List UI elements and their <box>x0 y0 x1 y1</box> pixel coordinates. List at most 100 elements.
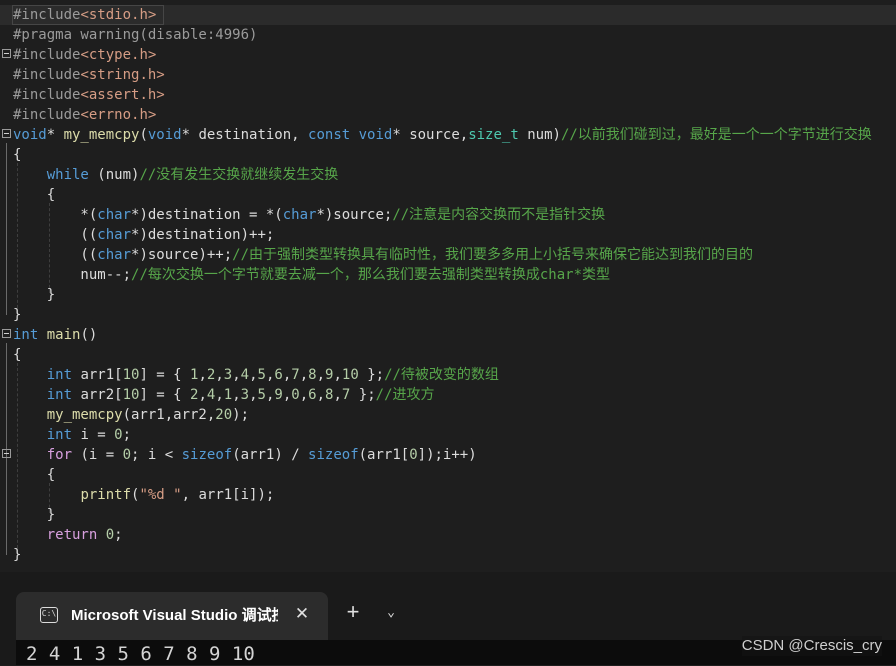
code-line[interactable]: printf("%d ", arr1[i]); <box>0 485 896 505</box>
code-line[interactable]: while (num)//没有发生交换就继续发生交换 <box>0 165 896 185</box>
code-line[interactable]: } <box>0 545 896 565</box>
code-text: while (num)//没有发生交换就继续发生交换 <box>13 165 339 185</box>
code-text: { <box>13 185 55 205</box>
close-icon[interactable]: ✕ <box>291 603 313 625</box>
code-token: char <box>97 207 132 223</box>
code-text: #include<assert.h> <box>13 85 165 105</box>
code-line[interactable]: { <box>0 145 896 165</box>
program-output: 2 4 1 3 5 6 7 8 9 10 <box>26 643 255 665</box>
code-token: ] = { <box>139 387 191 403</box>
code-token: , <box>316 387 326 403</box>
code-token: int <box>46 387 73 403</box>
code-line[interactable]: #include<errno.h> <box>0 105 896 125</box>
code-line[interactable]: { <box>0 345 896 365</box>
code-line[interactable]: int i = 0; <box>0 425 896 445</box>
fold-toggle-icon[interactable] <box>2 329 11 338</box>
code-text: #include<string.h> <box>13 65 165 85</box>
code-line[interactable]: { <box>0 185 896 205</box>
code-text: int arr1[10] = { 1,2,3,4,5,6,7,8,9,10 };… <box>13 365 499 385</box>
code-line[interactable]: #pragma warning(disable:4996) <box>0 25 896 45</box>
new-tab-button[interactable]: + <box>341 601 365 625</box>
fold-toggle-icon[interactable] <box>2 449 11 458</box>
code-line[interactable]: { <box>0 465 896 485</box>
code-token: printf <box>80 487 132 503</box>
code-token: 20 <box>215 407 233 423</box>
code-token: int <box>46 367 73 383</box>
code-token: { <box>13 467 56 483</box>
code-token: 8 <box>308 367 317 383</box>
code-token: * <box>46 127 64 143</box>
code-line[interactable]: #include<stdio.h> <box>0 5 896 25</box>
code-token: 1 <box>223 387 233 403</box>
code-line[interactable]: void* my_memcpy(void* destination, const… <box>0 125 896 145</box>
chevron-down-icon[interactable]: ⌄ <box>380 601 402 625</box>
code-token: { <box>13 147 22 163</box>
code-token: , <box>249 367 258 383</box>
code-token: } <box>13 547 22 563</box>
code-token: //没有发生交换就继续发生交换 <box>139 167 339 183</box>
code-token: void <box>147 127 182 143</box>
code-token: sizeof <box>308 447 359 463</box>
code-line[interactable]: } <box>0 305 896 325</box>
code-token: (( <box>13 247 98 263</box>
code-text: } <box>13 505 55 525</box>
code-token: , <box>198 367 207 383</box>
code-line[interactable]: #include<string.h> <box>0 65 896 85</box>
code-text: my_memcpy(arr1,arr2,20); <box>13 405 249 425</box>
code-token: (arr1[ <box>358 447 410 463</box>
code-line[interactable]: } <box>0 505 896 525</box>
code-token: 0 <box>291 387 300 403</box>
code-editor[interactable]: #include<stdio.h> #pragma warning(disable… <box>0 0 896 572</box>
code-token: , <box>299 367 309 383</box>
code-text: } <box>13 285 55 305</box>
watermark: CSDN @Crescis_cry <box>741 636 882 656</box>
code-line[interactable]: for (i = 0; i < sizeof(arr1) / sizeof(ar… <box>0 445 896 465</box>
code-token: my_memcpy <box>63 127 140 143</box>
code-line[interactable]: num--;//每次交换一个字节就要去减一个，那么我们要去强制类型转换成char… <box>0 265 896 285</box>
code-token: //注意是内容交换而不是指针交换 <box>392 207 606 223</box>
code-token: 0 <box>105 527 115 543</box>
code-token: ( <box>139 127 148 143</box>
code-text: for (i = 0; i < sizeof(arr1) / sizeof(ar… <box>13 445 477 465</box>
code-line[interactable]: my_memcpy(arr1,arr2,20); <box>0 405 896 425</box>
code-token: (arr1,arr2, <box>122 407 216 423</box>
fold-toggle-icon[interactable] <box>2 129 11 138</box>
code-token: , <box>232 367 241 383</box>
code-line[interactable]: return 0; <box>0 525 896 545</box>
code-line[interactable]: } <box>0 285 896 305</box>
code-line[interactable]: *(char*)destination = *(char*)source;//注… <box>0 205 896 225</box>
terminal-tab[interactable]: C:\ Microsoft Visual Studio 调试控制台 ✕ <box>16 592 328 640</box>
code-text: num--;//每次交换一个字节就要去减一个，那么我们要去强制类型转换成char… <box>13 265 610 285</box>
code-token: arr1[ <box>72 367 123 383</box>
code-token: num--; <box>13 267 132 283</box>
code-token: *)destination = *( <box>131 207 283 223</box>
fold-toggle-icon[interactable] <box>2 49 11 58</box>
code-token: } <box>13 307 22 323</box>
code-token: while <box>46 167 89 183</box>
code-token: *)source)++; <box>131 247 233 263</box>
code-token: #include <box>13 7 81 23</box>
code-line[interactable]: #include<assert.h> <box>0 85 896 105</box>
code-token: main <box>46 327 81 343</box>
code-token: "%d " <box>139 487 182 503</box>
code-token: const <box>308 127 351 143</box>
code-token: i = <box>72 427 115 443</box>
code-token: //由于强制类型转换具有临时性，我们要多多用上小括号来确保它能达到我们的目的 <box>232 247 754 263</box>
code-token: 6 <box>274 367 283 383</box>
code-line[interactable]: ((char*)destination)++; <box>0 225 896 245</box>
code-token: ] = { <box>139 367 191 383</box>
code-line[interactable]: int arr1[10] = { 1,2,3,4,5,6,7,8,9,10 };… <box>0 365 896 385</box>
code-token: arr2[ <box>72 387 123 403</box>
code-token: my_memcpy <box>46 407 123 423</box>
code-line[interactable]: #include<ctype.h> <box>0 45 896 65</box>
code-line[interactable]: int arr2[10] = { 2,4,1,3,5,9,0,6,8,7 };/… <box>0 385 896 405</box>
code-line[interactable]: ((char*)source)++;//由于强制类型转换具有临时性，我们要多多用… <box>0 245 896 265</box>
code-line[interactable]: int main() <box>0 325 896 345</box>
code-token: } <box>13 287 56 303</box>
